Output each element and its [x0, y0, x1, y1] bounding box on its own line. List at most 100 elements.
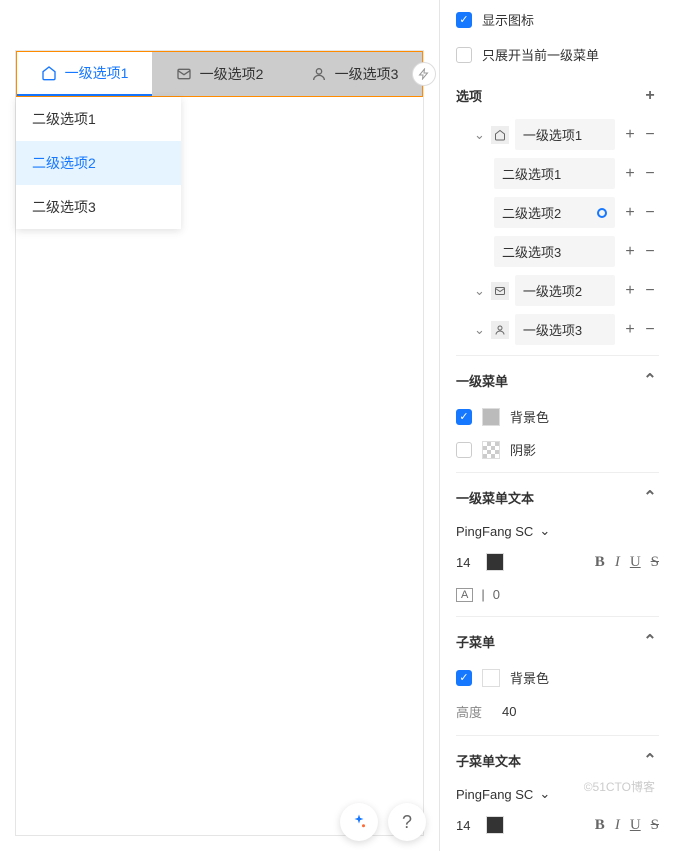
caret-down-icon[interactable]: ⌄ [474, 127, 485, 143]
options-title: 选项 [456, 86, 482, 105]
add-child-button[interactable]: + [621, 243, 639, 261]
sub-font-name: PingFang SC [456, 787, 533, 802]
user-icon [311, 66, 327, 82]
submenu-dropdown: 二级选项1 二级选项2 二级选项3 [16, 97, 181, 229]
tree-label-input[interactable]: 二级选项3 [494, 236, 615, 267]
bold-button[interactable]: B [595, 554, 605, 571]
underline-button[interactable]: U [630, 554, 641, 571]
shadow-label: 阴影 [510, 440, 536, 459]
mail-icon [176, 66, 192, 82]
sub-bg-label: 背景色 [510, 668, 549, 687]
add-child-button[interactable]: + [621, 282, 639, 300]
remove-button[interactable]: − [641, 165, 659, 183]
strike-button[interactable]: S [651, 554, 659, 571]
submenu-item-1[interactable]: 二级选项1 [16, 97, 181, 141]
submenu-item-2[interactable]: 二级选项2 [16, 141, 181, 185]
home-icon [41, 65, 57, 81]
help-fab[interactable]: ? [388, 803, 426, 841]
submenu-item-3[interactable]: 二级选项3 [16, 185, 181, 229]
height-input[interactable]: 40 [502, 704, 516, 719]
caret-down-icon[interactable]: ⌄ [474, 283, 485, 299]
tree-label-input[interactable]: 一级选项1 [515, 119, 615, 150]
ai-fab[interactable] [340, 803, 378, 841]
remove-button[interactable]: − [641, 321, 659, 339]
sub-text-style-row: 14 B I U S [456, 808, 659, 842]
add-child-button[interactable]: + [621, 126, 639, 144]
chevron-down-icon: ⌄ [539, 523, 550, 539]
mail-icon [494, 285, 506, 297]
sub-text-section-head: 子菜单文本 ⌃ [456, 735, 659, 780]
shadow-checkbox[interactable] [456, 442, 472, 458]
sparkle-icon [350, 813, 368, 831]
spacing-input[interactable]: 0 [493, 587, 500, 602]
tree-item-l2-2: 二级选项2 +− [456, 193, 659, 232]
icon-picker[interactable] [491, 126, 509, 144]
lightning-button[interactable] [412, 62, 436, 86]
font-name: PingFang SC [456, 524, 533, 539]
collapse-button[interactable]: ⌃ [641, 487, 659, 507]
tab-item-1[interactable]: 一级选项1 [17, 52, 152, 96]
bg-row: 背景色 [456, 400, 659, 433]
icon-picker[interactable] [491, 321, 509, 339]
tree-label-input[interactable]: 二级选项2 [494, 197, 615, 228]
add-child-button[interactable]: + [621, 165, 639, 183]
expand-current-checkbox[interactable] [456, 47, 472, 63]
tree-item-l1-2: ⌄ 一级选项2 +− [456, 271, 659, 310]
bg-checkbox[interactable] [456, 409, 472, 425]
sub-font-size-input[interactable]: 14 [456, 818, 470, 833]
user-icon [494, 324, 506, 336]
level1-section-head: 一级菜单 ⌃ [456, 355, 659, 400]
spacing-row: A | 0 [456, 579, 659, 610]
sub-text-title: 子菜单文本 [456, 751, 521, 770]
text-style-row: 14 B I U S [456, 545, 659, 579]
bold-button[interactable]: B [595, 817, 605, 834]
font-size-input[interactable]: 14 [456, 555, 470, 570]
level1-text-title: 一级菜单文本 [456, 488, 534, 507]
add-child-button[interactable]: + [621, 321, 639, 339]
caret-down-icon[interactable]: ⌄ [474, 322, 485, 338]
sub-spacing-row: A | 0 [456, 842, 659, 851]
remove-button[interactable]: − [641, 204, 659, 222]
remove-button[interactable]: − [641, 243, 659, 261]
bg-swatch[interactable] [482, 408, 500, 426]
tab-label: 一级选项2 [200, 64, 264, 84]
show-icon-checkbox[interactable] [456, 12, 472, 28]
sub-bg-checkbox[interactable] [456, 670, 472, 686]
collapse-button[interactable]: ⌃ [641, 631, 659, 651]
strike-button[interactable]: S [651, 817, 659, 834]
tree-item-l2-1: 二级选项1 +− [456, 154, 659, 193]
tree-label-input[interactable]: 二级选项1 [494, 158, 615, 189]
home-icon [494, 129, 506, 141]
add-child-button[interactable]: + [621, 204, 639, 222]
tab-item-3[interactable]: 一级选项3 [287, 52, 422, 96]
show-icon-label: 显示图标 [482, 10, 534, 29]
tree-item-l1-3: ⌄ 一级选项3 +− [456, 310, 659, 349]
sub-text-color-swatch[interactable] [486, 816, 504, 834]
expand-current-row: 只展开当前一级菜单 [456, 37, 659, 72]
collapse-button[interactable]: ⌃ [641, 370, 659, 390]
tree-label-input[interactable]: 一级选项2 [515, 275, 615, 306]
sub-section-head: 子菜单 ⌃ [456, 616, 659, 661]
remove-button[interactable]: − [641, 282, 659, 300]
tree-label-input[interactable]: 一级选项3 [515, 314, 615, 345]
chevron-down-icon: ⌄ [539, 786, 550, 802]
font-select[interactable]: PingFang SC ⌄ [456, 517, 659, 545]
selected-radio-icon [597, 208, 607, 218]
tab-label: 一级选项1 [65, 63, 129, 83]
sub-bg-row: 背景色 [456, 661, 659, 694]
height-label: 高度 [456, 702, 482, 721]
italic-button[interactable]: I [615, 817, 620, 834]
shadow-swatch[interactable] [482, 441, 500, 459]
tab-item-2[interactable]: 一级选项2 [152, 52, 287, 96]
icon-picker[interactable] [491, 282, 509, 300]
level1-text-section-head: 一级菜单文本 ⌃ [456, 472, 659, 517]
add-option-button[interactable]: + [641, 87, 659, 105]
remove-button[interactable]: − [641, 126, 659, 144]
underline-button[interactable]: U [630, 817, 641, 834]
sub-title: 子菜单 [456, 632, 495, 651]
italic-button[interactable]: I [615, 554, 620, 571]
height-row: 高度 40 [456, 694, 659, 729]
text-color-swatch[interactable] [486, 553, 504, 571]
sub-bg-swatch[interactable] [482, 669, 500, 687]
collapse-button[interactable]: ⌃ [641, 750, 659, 770]
